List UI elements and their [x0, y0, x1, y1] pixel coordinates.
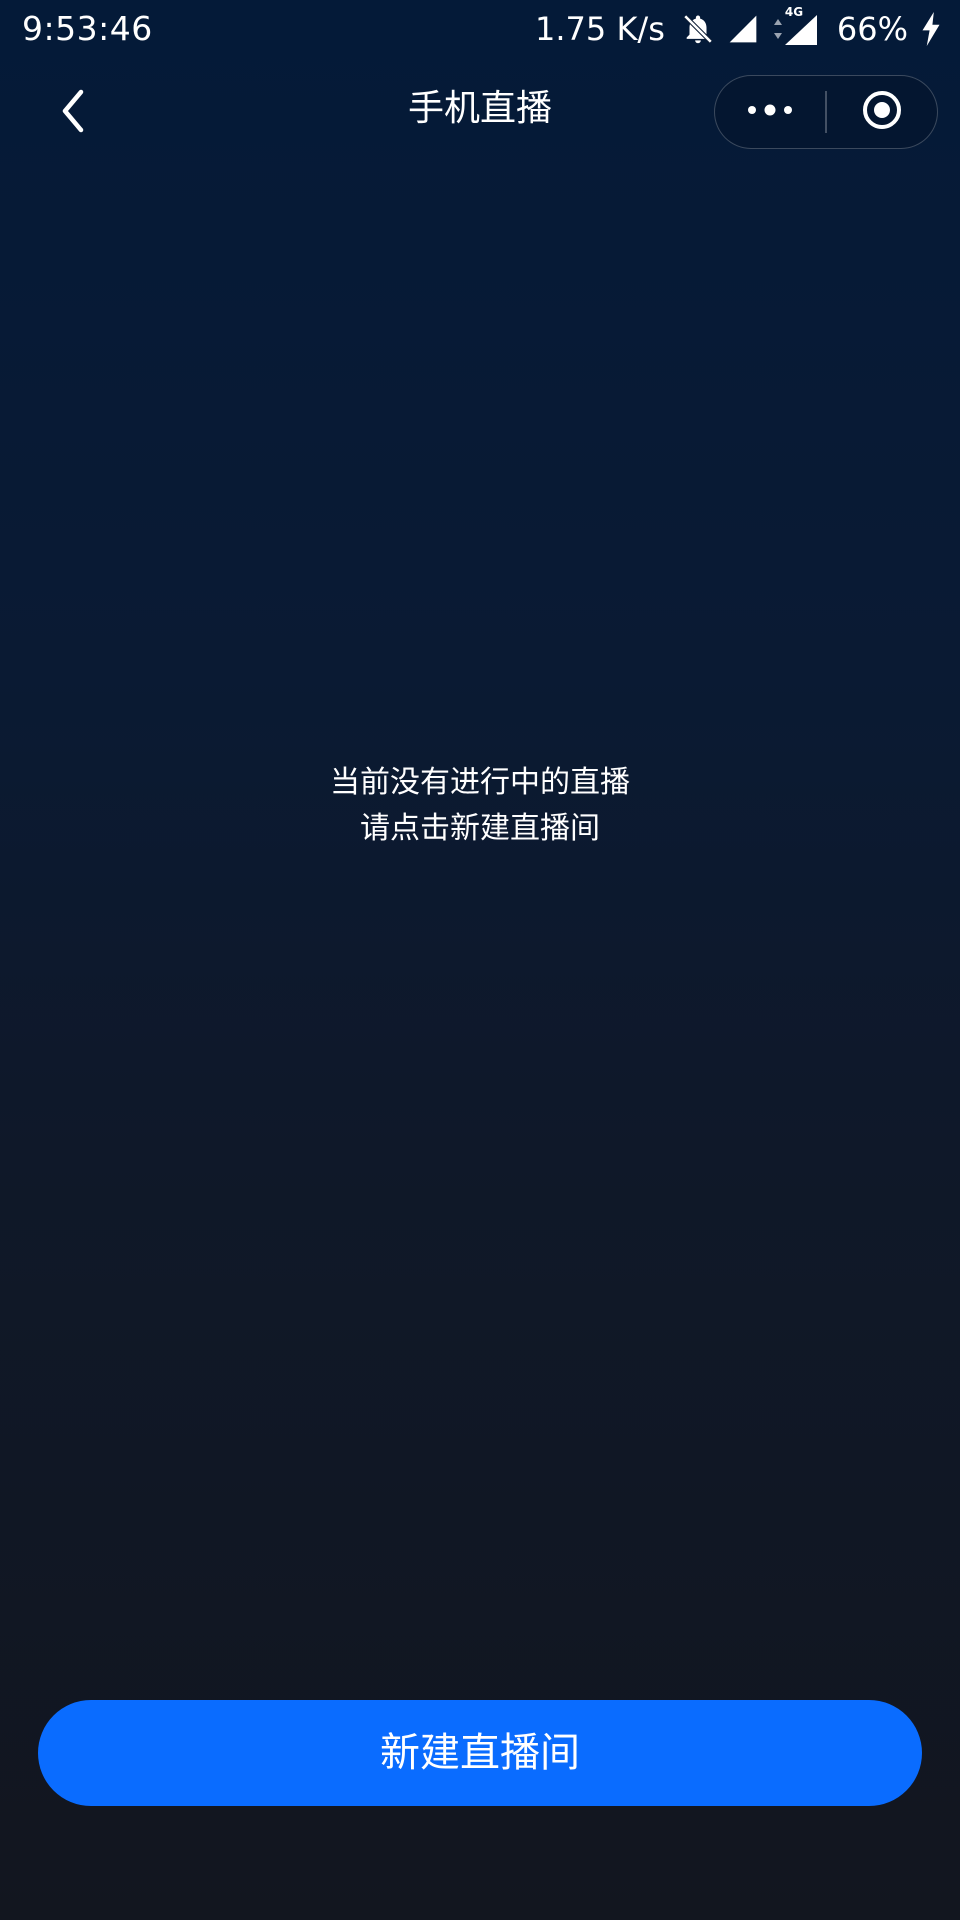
notifications-off-icon — [681, 12, 715, 46]
status-bar: 9:53:46 1.75 K/s 4G 66% — [0, 0, 960, 58]
more-menu-button[interactable] — [715, 76, 825, 148]
mini-program-capsule — [714, 75, 938, 149]
charging-icon — [920, 12, 942, 46]
empty-state-message: 当前没有进行中的直播 请点击新建直播间 — [0, 760, 960, 852]
close-mini-program-button[interactable] — [827, 76, 937, 148]
empty-state-line-1: 当前没有进行中的直播 — [330, 765, 630, 800]
more-dots-icon — [746, 102, 794, 122]
status-time: 9:53:46 — [22, 9, 153, 48]
signal-4g-icon: 4G — [771, 5, 819, 47]
empty-state-line-2: 请点击新建直播间 — [360, 811, 600, 846]
target-close-icon — [860, 88, 904, 136]
signal-icon — [727, 13, 759, 45]
status-indicators: 1.75 K/s 4G 66% — [535, 5, 942, 50]
nav-header: 手机直播 — [0, 58, 960, 168]
network-speed: 1.75 K/s — [535, 10, 665, 48]
create-live-room-button[interactable]: 新建直播间 — [38, 1700, 922, 1806]
battery-percent: 66% — [836, 10, 908, 48]
